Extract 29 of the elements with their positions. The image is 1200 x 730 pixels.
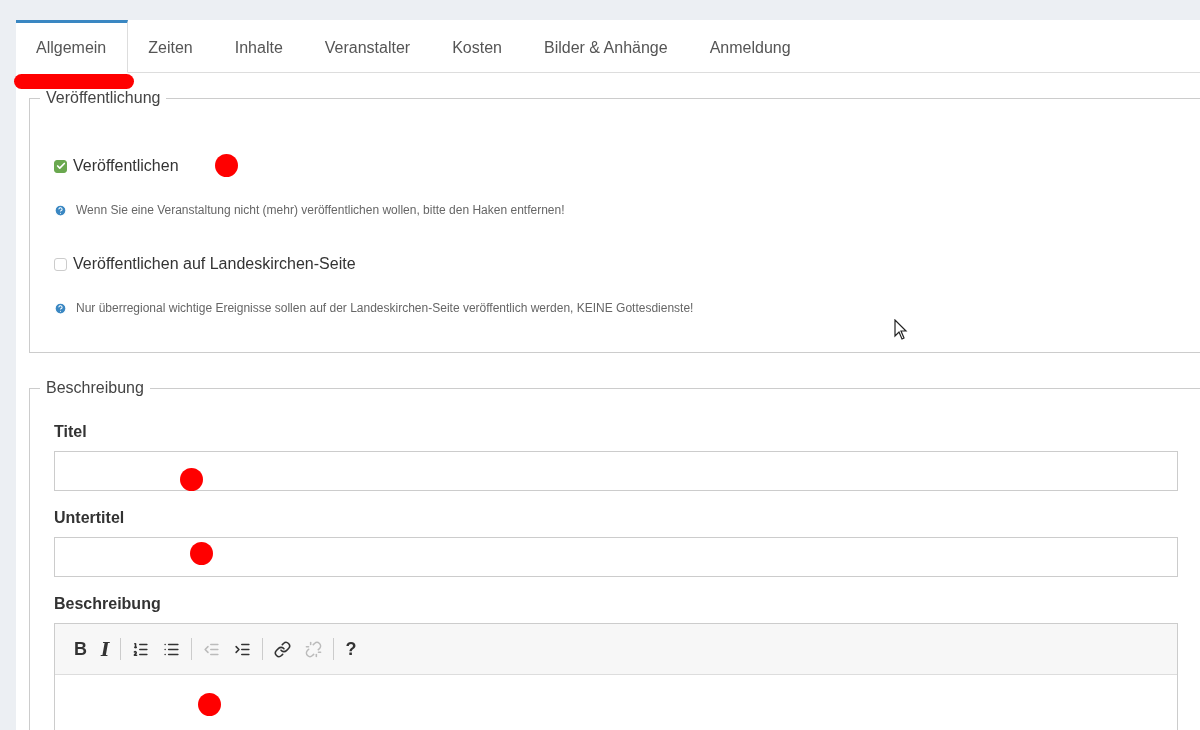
fieldset-legend: Veröffentlichung — [40, 89, 167, 107]
fieldset-legend: Beschreibung — [40, 379, 150, 397]
help-icon — [54, 301, 67, 315]
help-icon — [54, 203, 67, 217]
mouse-pointer-icon — [894, 319, 908, 341]
text-input[interactable] — [54, 451, 1178, 491]
tab[interactable]: Allgemein — [16, 20, 129, 73]
checkbox-label: Veröffentlichen auf Landeskirchen-Seite — [73, 255, 356, 273]
unlink-icon — [305, 640, 323, 658]
checkbox-label: Veröffentlichen — [73, 157, 179, 175]
tab[interactable]: Anmeldung — [689, 20, 813, 73]
tab[interactable]: Veranstalter — [304, 20, 433, 73]
tab[interactable]: Kosten — [432, 20, 524, 73]
checkbox[interactable] — [54, 257, 67, 271]
field-label: Beschreibung — [54, 595, 162, 613]
checkbox[interactable] — [54, 159, 67, 173]
text-input[interactable] — [54, 537, 1178, 577]
help-button[interactable]: ? — [340, 636, 362, 662]
tab[interactable]: Zeiten — [128, 20, 215, 73]
help-text: Wenn Sie eine Veranstaltung nicht (mehr) veröffentlichen wollen, bitte den Haken entfernen! — [76, 203, 565, 217]
tab[interactable]: Inhalte — [214, 20, 305, 73]
help-text: Nur überregional wichtige Ereignisse sollen auf der Landeskirchen-Seite veröffentlich werden, KEINE Gottesdienste! — [76, 301, 694, 315]
field-label: Untertitel — [54, 509, 126, 527]
italic-button[interactable]: I — [96, 636, 115, 662]
field-label: Titel — [54, 423, 88, 441]
ordered-list-icon — [132, 640, 150, 658]
link-icon — [274, 640, 292, 658]
tab[interactable]: Bilder & Anhänge — [524, 20, 690, 73]
bold-button[interactable]: B — [69, 636, 92, 662]
